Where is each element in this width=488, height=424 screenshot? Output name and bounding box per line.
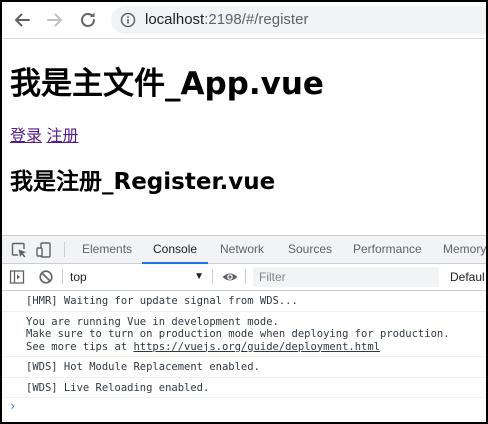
tab-elements[interactable]: Elements <box>82 236 132 263</box>
context-value: top <box>70 270 87 284</box>
tab-performance[interactable]: Performance <box>353 236 422 263</box>
clear-console-icon[interactable] <box>37 268 55 286</box>
console-text: [WDS] Hot Module Replacement enabled. <box>26 361 260 373</box>
url-bar[interactable]: localhost:2198/#/register <box>111 6 486 34</box>
router-links: 登录 注册 <box>10 127 78 147</box>
console-text: You are running Vue in development mode. <box>26 315 279 328</box>
console-prompt[interactable]: › <box>2 398 486 415</box>
console-text: See more tips at https://vuejs.org/guide… <box>26 341 486 354</box>
tab-memory[interactable]: Memory <box>443 236 486 263</box>
console-message: [WDS] Hot Module Replacement enabled. <box>2 357 486 378</box>
toolbar-divider <box>62 269 63 284</box>
page-heading: 我是主文件_App.vue <box>10 66 324 102</box>
register-heading: 我是注册_Register.vue <box>10 169 276 195</box>
tab-bar-divider <box>64 242 65 257</box>
console-message: [HMR] Waiting for update signal from WDS… <box>2 291 486 312</box>
prompt-chevron-icon: › <box>9 399 17 413</box>
context-selector[interactable]: top ▼ <box>70 268 208 286</box>
tab-sources[interactable]: Sources <box>288 236 332 263</box>
tip-prefix: See more tips at <box>26 340 134 353</box>
devtools-panel: Elements Console Network Sources Perform… <box>2 235 486 422</box>
console-text: Make sure to turn on production mode whe… <box>26 328 450 340</box>
url-host: localhost <box>145 11 205 28</box>
toolbar-divider <box>245 269 246 284</box>
register-link[interactable]: 注册 <box>46 128 78 145</box>
address-bar-row: localhost:2198/#/register <box>2 2 486 39</box>
eye-icon[interactable] <box>221 268 239 286</box>
deployment-guide-link[interactable]: https://vuejs.org/guide/deployment.html <box>133 341 380 353</box>
tab-network[interactable]: Network <box>220 236 264 263</box>
console-output: [HMR] Waiting for update signal from WDS… <box>2 291 486 415</box>
url-path: :2198/#/register <box>204 11 309 28</box>
back-arrow-icon[interactable] <box>11 9 33 31</box>
inspect-element-icon[interactable] <box>10 241 28 259</box>
url-text: localhost:2198/#/register <box>145 11 308 29</box>
forward-arrow-icon[interactable] <box>44 9 66 31</box>
console-toolbar: top ▼ Filter Defaul <box>2 264 486 291</box>
console-message: You are running Vue in development mode.… <box>2 312 486 357</box>
browser-window: localhost:2198/#/register 我是主文件_App.vue … <box>0 0 488 424</box>
show-sidebar-icon[interactable] <box>8 268 26 286</box>
info-icon[interactable] <box>120 12 136 28</box>
page-content: 我是主文件_App.vue 登录 注册 我是注册_Register.vue <box>2 39 486 235</box>
console-message: [WDS] Live Reloading enabled. <box>2 378 486 398</box>
devtools-tab-bar: Elements Console Network Sources Perform… <box>2 236 486 264</box>
login-link[interactable]: 登录 <box>10 128 42 145</box>
device-toolbar-icon[interactable] <box>35 241 53 259</box>
toolbar-divider <box>212 269 213 284</box>
console-text: [HMR] Waiting for update signal from WDS… <box>26 295 298 307</box>
log-levels-dropdown[interactable]: Defaul <box>450 268 485 286</box>
tab-console[interactable]: Console <box>141 236 209 264</box>
console-text: [WDS] Live Reloading enabled. <box>26 381 210 394</box>
reload-icon[interactable] <box>77 9 99 31</box>
filter-input[interactable]: Filter <box>253 267 439 287</box>
dropdown-arrow-icon: ▼ <box>194 271 204 282</box>
